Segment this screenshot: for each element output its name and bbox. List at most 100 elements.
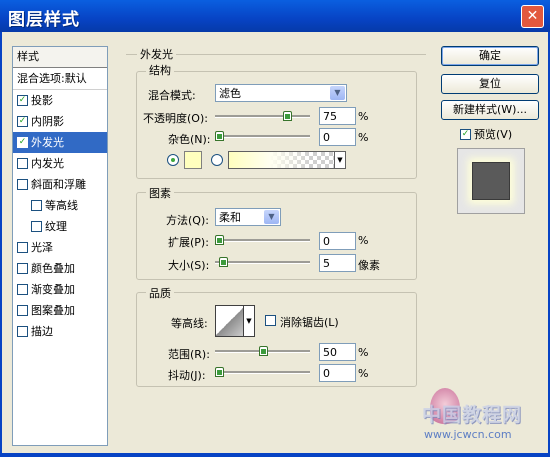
sidebar-item-label: 投影 [31, 94, 53, 107]
jitter-unit: % [358, 367, 369, 380]
style-checkbox[interactable] [17, 262, 28, 274]
range-handle[interactable] [259, 346, 268, 356]
style-list-header[interactable]: 样式 [13, 47, 107, 68]
style-items: ✓ 投影 ✓ 内阴影 ✓ 外发光 内发光 斜面和浮雕 等高线 纹理 光泽 颜色叠加 渐变叠加 图案叠加 描边 [13, 90, 107, 342]
chevron-down-icon: ▼ [330, 86, 345, 100]
sidebar-item-label: 描边 [31, 325, 53, 338]
sidebar-item-label: 内发光 [31, 157, 64, 170]
sidebar-item-label: 渐变叠加 [31, 283, 75, 296]
sidebar-item[interactable]: 光泽 [13, 237, 107, 258]
noise-slider[interactable] [215, 131, 310, 141]
noise-track [215, 135, 310, 138]
blend-mode-select[interactable]: 滤色 ▼ [215, 84, 347, 102]
range-slider[interactable] [215, 346, 310, 356]
blending-options-item[interactable]: 混合选项:默认 [13, 68, 107, 90]
close-button[interactable]: ✕ [521, 5, 544, 28]
gradient-radio[interactable] [211, 154, 223, 166]
sidebar-item[interactable]: 渐变叠加 [13, 279, 107, 300]
jitter-track [215, 371, 310, 374]
noise-unit: % [358, 131, 369, 144]
new-style-button[interactable]: 新建样式(W)... [441, 100, 539, 120]
opacity-label: 不透明度(O): [143, 112, 208, 125]
quality-title: 品质 [146, 285, 174, 301]
style-checkbox[interactable] [17, 283, 28, 295]
style-checkbox[interactable] [17, 157, 28, 169]
style-checkbox[interactable]: ✓ [17, 115, 28, 127]
style-checkbox[interactable] [31, 220, 42, 232]
spread-input[interactable]: 0 [319, 232, 356, 250]
spread-unit: % [358, 234, 369, 247]
sidebar-item[interactable]: 内发光 [13, 153, 107, 174]
glow-color-swatch[interactable] [184, 151, 202, 169]
size-slider[interactable] [215, 257, 310, 267]
chevron-down-icon[interactable]: ▼ [334, 151, 346, 169]
size-label: 大小(S): [168, 259, 210, 272]
sidebar-item[interactable]: ✓ 投影 [13, 90, 107, 111]
sidebar-item[interactable]: ✓ 外发光 [13, 132, 107, 153]
sidebar-item-label: 斜面和浮雕 [31, 178, 86, 191]
size-input[interactable]: 5 [319, 254, 356, 272]
sidebar-item-label: 外发光 [31, 136, 64, 149]
preview-checkbox[interactable]: ✓ [460, 128, 471, 140]
style-preview [457, 148, 525, 214]
style-checkbox[interactable] [31, 199, 42, 211]
sidebar-item[interactable]: 描边 [13, 321, 107, 342]
spread-handle[interactable] [215, 235, 224, 245]
structure-title: 结构 [146, 62, 174, 78]
jitter-label: 抖动(J): [168, 369, 206, 382]
size-handle[interactable] [219, 257, 228, 267]
watermark-url: www.jcwcn.com [424, 428, 512, 441]
range-unit: % [358, 346, 369, 359]
sidebar-item[interactable]: 等高线 [13, 195, 107, 216]
sidebar-item-label: 纹理 [45, 220, 67, 233]
jitter-input[interactable]: 0 [319, 364, 356, 382]
technique-value: 柔和 [219, 211, 241, 224]
sidebar-item[interactable]: 斜面和浮雕 [13, 174, 107, 195]
style-checkbox[interactable]: ✓ [17, 94, 28, 106]
opacity-unit: % [358, 110, 369, 123]
color-radio[interactable] [167, 154, 179, 166]
sidebar-item-label: 内阴影 [31, 115, 64, 128]
spread-track [215, 239, 310, 242]
watermark-title: 中国教程网 [422, 404, 523, 426]
technique-select[interactable]: 柔和 ▼ [215, 208, 281, 226]
sidebar-item[interactable]: 纹理 [13, 216, 107, 237]
spread-slider[interactable] [215, 235, 310, 245]
style-list: 样式 混合选项:默认 ✓ 投影 ✓ 内阴影 ✓ 外发光 内发光 斜面和浮雕 等高线 纹理 光泽 颜色叠… [12, 46, 108, 446]
preview-label: 预览(V) [474, 128, 513, 141]
sidebar-item[interactable]: ✓ 内阴影 [13, 111, 107, 132]
sidebar-item-label: 颜色叠加 [31, 262, 75, 275]
sidebar-item[interactable]: 颜色叠加 [13, 258, 107, 279]
ok-button[interactable]: 确定 [441, 46, 539, 66]
style-checkbox[interactable]: ✓ [17, 136, 28, 148]
noise-input[interactable]: 0 [319, 128, 356, 146]
noise-label: 杂色(N): [168, 133, 211, 146]
size-track [215, 261, 310, 264]
style-checkbox[interactable] [17, 241, 28, 253]
opacity-input[interactable]: 75 [319, 107, 356, 125]
style-checkbox[interactable] [17, 178, 28, 190]
watermark: 中国教程网 www.jcwcn.com [418, 388, 546, 446]
jitter-handle[interactable] [215, 367, 224, 377]
antialias-checkbox[interactable] [265, 315, 276, 326]
opacity-handle[interactable] [283, 111, 292, 121]
blend-mode-label: 混合模式: [148, 89, 196, 102]
opacity-track [215, 115, 310, 118]
style-checkbox[interactable] [17, 304, 28, 316]
elements-title: 图素 [146, 185, 174, 201]
sidebar-item[interactable]: 图案叠加 [13, 300, 107, 321]
opacity-slider[interactable] [215, 111, 310, 121]
reset-button[interactable]: 复位 [441, 74, 539, 94]
preview-toggle[interactable]: ✓ 预览(V) [460, 126, 512, 142]
blend-mode-value: 滤色 [219, 87, 241, 100]
sidebar-item-label: 等高线 [45, 199, 78, 212]
gradient-picker[interactable]: ▼ [228, 151, 346, 169]
sidebar-item-label: 光泽 [31, 241, 53, 254]
contour-preview[interactable] [215, 305, 245, 337]
style-checkbox[interactable] [17, 325, 28, 337]
range-input[interactable]: 50 [319, 343, 356, 361]
preview-swatch [472, 162, 510, 200]
noise-handle[interactable] [215, 131, 224, 141]
chevron-down-icon[interactable]: ▼ [243, 305, 255, 337]
jitter-slider[interactable] [215, 367, 310, 377]
